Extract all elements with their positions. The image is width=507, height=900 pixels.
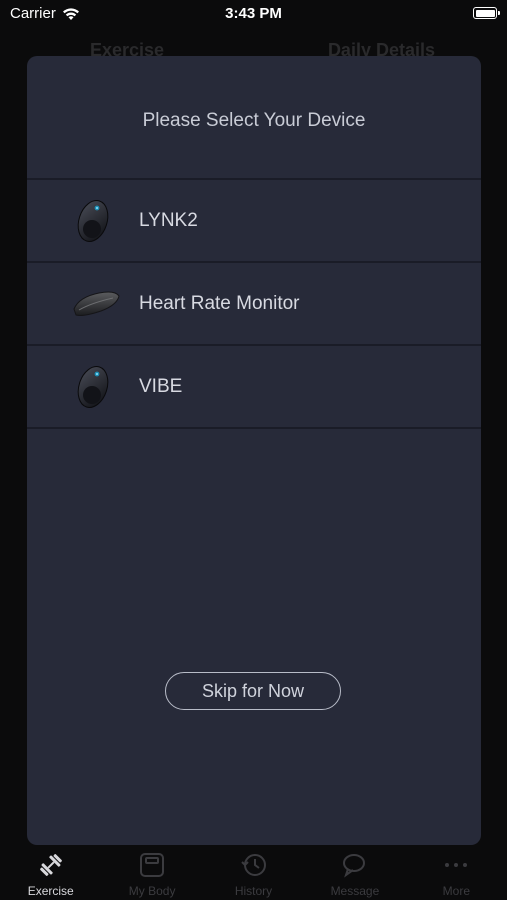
device-select-modal: Please Select Your Device LYNK2 Heart Ra…	[27, 56, 481, 845]
tab-more[interactable]: More	[406, 845, 507, 900]
dumbbell-icon	[39, 854, 62, 876]
tab-label: Message	[330, 884, 380, 898]
device-label: VIBE	[139, 375, 183, 397]
device-label: LYNK2	[139, 209, 198, 231]
chat-bubbles-icon	[342, 854, 365, 878]
device-item-heart-rate-monitor[interactable]: Heart Rate Monitor	[27, 263, 481, 346]
status-bar: Carrier 3:43 PM	[0, 0, 507, 30]
more-dots-icon	[445, 863, 468, 867]
tab-message[interactable]: Message	[304, 845, 405, 900]
skip-for-now-button[interactable]: Skip for Now	[165, 672, 341, 710]
device-label: Heart Rate Monitor	[139, 292, 300, 314]
vibe-device-icon	[77, 365, 109, 408]
modal-title: Please Select Your Device	[142, 110, 366, 131]
status-time: 3:43 PM	[225, 5, 282, 22]
device-item-vibe[interactable]: VIBE	[27, 346, 481, 429]
device-item-lynk2[interactable]: LYNK2	[27, 180, 481, 263]
battery-icon	[473, 7, 500, 19]
tab-label: My Body	[128, 884, 176, 898]
tab-exercise[interactable]: Exercise	[0, 845, 101, 900]
tab-label: History	[234, 884, 273, 898]
tab-label: Exercise	[27, 884, 74, 898]
tab-history[interactable]: History	[203, 845, 304, 900]
heart-rate-monitor-icon	[73, 291, 120, 316]
tab-label: More	[442, 884, 470, 898]
app-screen: Carrier 3:43 PM Exercise Daily Details P…	[0, 0, 507, 900]
lynk2-device-icon	[77, 199, 109, 242]
scale-icon	[140, 853, 165, 877]
tab-my-body[interactable]: My Body	[101, 845, 202, 900]
device-list: LYNK2 Heart Rate Monitor VIBE	[27, 178, 481, 429]
tab-bar: Exercise My Body History Message More	[0, 845, 507, 900]
history-icon	[240, 854, 266, 876]
